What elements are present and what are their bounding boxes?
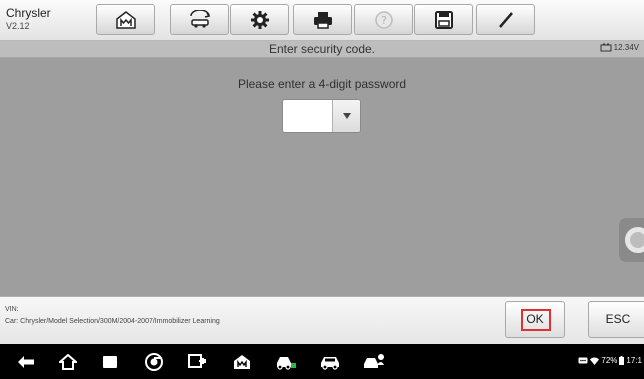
app-name: Chrysler [6,6,51,20]
password-input[interactable] [283,100,332,132]
vehicle-service-button[interactable] [274,351,298,373]
settings-button[interactable] [230,4,289,35]
status-area: 72% 17:1 [578,356,642,365]
tablet-battery-icon [619,356,625,365]
recent-apps-icon [103,356,117,368]
vin-label: VIN: [5,306,19,313]
svg-text:?: ? [381,14,387,27]
system-nav-bar: 72% 17:1 [0,344,644,379]
vci-button[interactable] [186,351,210,373]
password-combo [282,99,361,133]
car-icon [321,357,339,370]
info-bar: VIN: Car: Chrysler/Model Selection/300M/… [0,296,644,344]
save-icon [434,10,453,29]
esc-button-label: ESC [605,312,631,326]
diagnostics-home-icon [234,355,250,369]
edit-pen-icon [498,11,513,28]
battery-voltage: 12.34V [600,43,639,52]
app-brand: Chrysler V2.12 [6,7,51,31]
home-icon [115,10,136,29]
assistive-ring-icon [625,227,644,253]
password-dropdown-button[interactable] [332,100,360,132]
password-prompt: Please enter a 4-digit password [237,77,407,91]
help-button[interactable]: ? [354,4,413,35]
ok-button[interactable]: OK [505,301,565,338]
battery-icon [600,43,612,52]
recent-apps-button[interactable] [98,351,122,373]
clock-time: 17:1 [626,356,642,365]
print-icon [313,11,332,29]
message-icon [578,357,588,363]
battery-percent: 72% [601,356,618,365]
vehicle-swap-icon [189,9,210,28]
diagnostics-home-button[interactable] [230,351,254,373]
dropdown-arrow-icon [342,113,351,119]
ok-highlight-box [521,309,551,331]
page-title: Enter security code. [268,42,376,56]
chrome-button[interactable] [142,351,166,373]
top-toolbar: Chrysler V2.12 ? [0,0,644,41]
battery-voltage-value: 12.34V [613,43,639,52]
print-button[interactable] [293,4,352,35]
esc-button[interactable]: ESC [588,301,644,338]
vehicle-service-icon [277,357,296,370]
car-button[interactable] [318,351,342,373]
title-bar: Enter security code. 12.34V [0,41,644,58]
help-icon: ? [374,10,393,29]
vehicle-swap-button[interactable] [170,4,229,35]
remote-support-button[interactable] [362,351,386,373]
wifi-icon [590,356,600,365]
vehicle-path: Car: Chrysler/Model Selection/300M/2004-… [5,318,220,325]
settings-gear-icon [250,10,269,29]
chrome-icon [145,353,163,371]
save-button[interactable] [414,4,473,35]
main-content: Please enter a 4-digit password [0,58,644,296]
vci-connector-icon [188,354,206,368]
floating-assistive-button[interactable] [619,218,644,262]
edit-button[interactable] [476,4,535,35]
back-arrow-icon [18,356,34,368]
app-version: V2.12 [6,21,30,31]
remote-support-icon [364,354,384,368]
home-button[interactable] [96,4,155,35]
back-button[interactable] [14,351,38,373]
home-nav-icon [59,354,77,370]
home-nav-button[interactable] [56,351,80,373]
